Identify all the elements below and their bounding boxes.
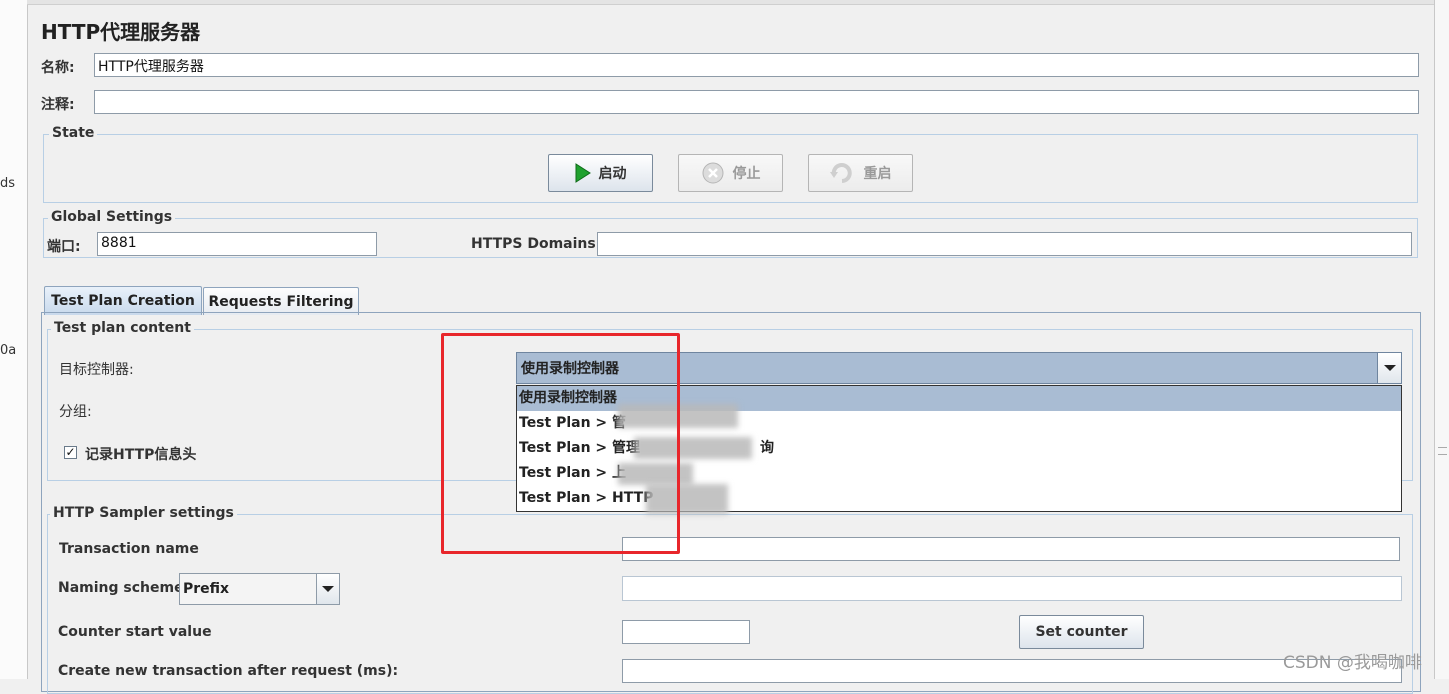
restart-button[interactable]: 重启	[808, 154, 913, 192]
global-settings-legend: Global Settings	[48, 209, 176, 225]
create-after-label: Create new transaction after request (ms…	[58, 663, 399, 679]
name-input[interactable]: HTTP代理服务器	[94, 53, 1419, 77]
port-label: 端口:	[47, 239, 81, 255]
stop-button-label: 停止	[732, 166, 761, 182]
record-headers-checkbox[interactable]: ✓	[64, 446, 77, 459]
play-icon	[575, 163, 591, 183]
left-tree-panel-edge: ds 0a	[0, 0, 28, 679]
annotation-highlight-box	[441, 333, 680, 554]
start-button[interactable]: 启动	[548, 154, 653, 192]
transaction-name-input[interactable]	[622, 537, 1400, 561]
https-domains-input[interactable]	[597, 232, 1412, 256]
tab-requests-filtering[interactable]: Requests Filtering	[203, 287, 359, 315]
name-label: 名称:	[41, 60, 75, 76]
page-title: HTTP代理服务器	[41, 20, 201, 44]
restart-icon	[829, 163, 852, 183]
test-plan-content-legend: Test plan content	[51, 320, 194, 336]
chevron-down-icon[interactable]	[316, 574, 339, 604]
naming-pattern-input[interactable]	[622, 576, 1402, 601]
state-legend: State	[49, 125, 98, 141]
chevron-down-icon[interactable]	[1377, 353, 1401, 383]
record-headers-label: 记录HTTP信息头	[85, 447, 197, 463]
grouping-label: 分组:	[59, 404, 92, 420]
stop-icon	[702, 162, 723, 184]
counter-start-label: Counter start value	[58, 624, 212, 640]
comment-input[interactable]	[94, 90, 1419, 114]
http-sampler-legend: HTTP Sampler settings	[50, 505, 237, 521]
tree-text-stub: 0a	[0, 343, 17, 358]
dropdown-option-tail: 询	[760, 440, 775, 456]
tree-text-stub: ds	[0, 176, 16, 191]
scrollbar-grip-icon[interactable]	[1438, 447, 1447, 455]
vertical-scrollbar[interactable]	[1434, 0, 1449, 679]
transaction-name-label: Transaction name	[59, 541, 199, 557]
top-divider	[27, 0, 1434, 5]
stop-button[interactable]: 停止	[678, 154, 783, 192]
tab-test-plan-creation[interactable]: Test Plan Creation	[44, 286, 202, 315]
https-domains-label: HTTPS Domains:	[471, 236, 602, 252]
set-counter-button[interactable]: Set counter	[1019, 615, 1144, 649]
naming-scheme-label: Naming scheme	[58, 580, 184, 596]
target-controller-label: 目标控制器:	[59, 362, 134, 378]
port-input[interactable]: 8881	[97, 232, 377, 256]
restart-button-label: 重启	[863, 166, 892, 182]
set-counter-label: Set counter	[1035, 624, 1128, 640]
start-button-label: 启动	[598, 166, 627, 182]
naming-scheme-value: Prefix	[183, 581, 230, 597]
counter-start-input[interactable]	[622, 620, 750, 644]
watermark: CSDN @我喝咖啡	[1283, 653, 1422, 673]
naming-scheme-select[interactable]: Prefix	[179, 573, 340, 605]
comment-label: 注释:	[41, 97, 75, 113]
